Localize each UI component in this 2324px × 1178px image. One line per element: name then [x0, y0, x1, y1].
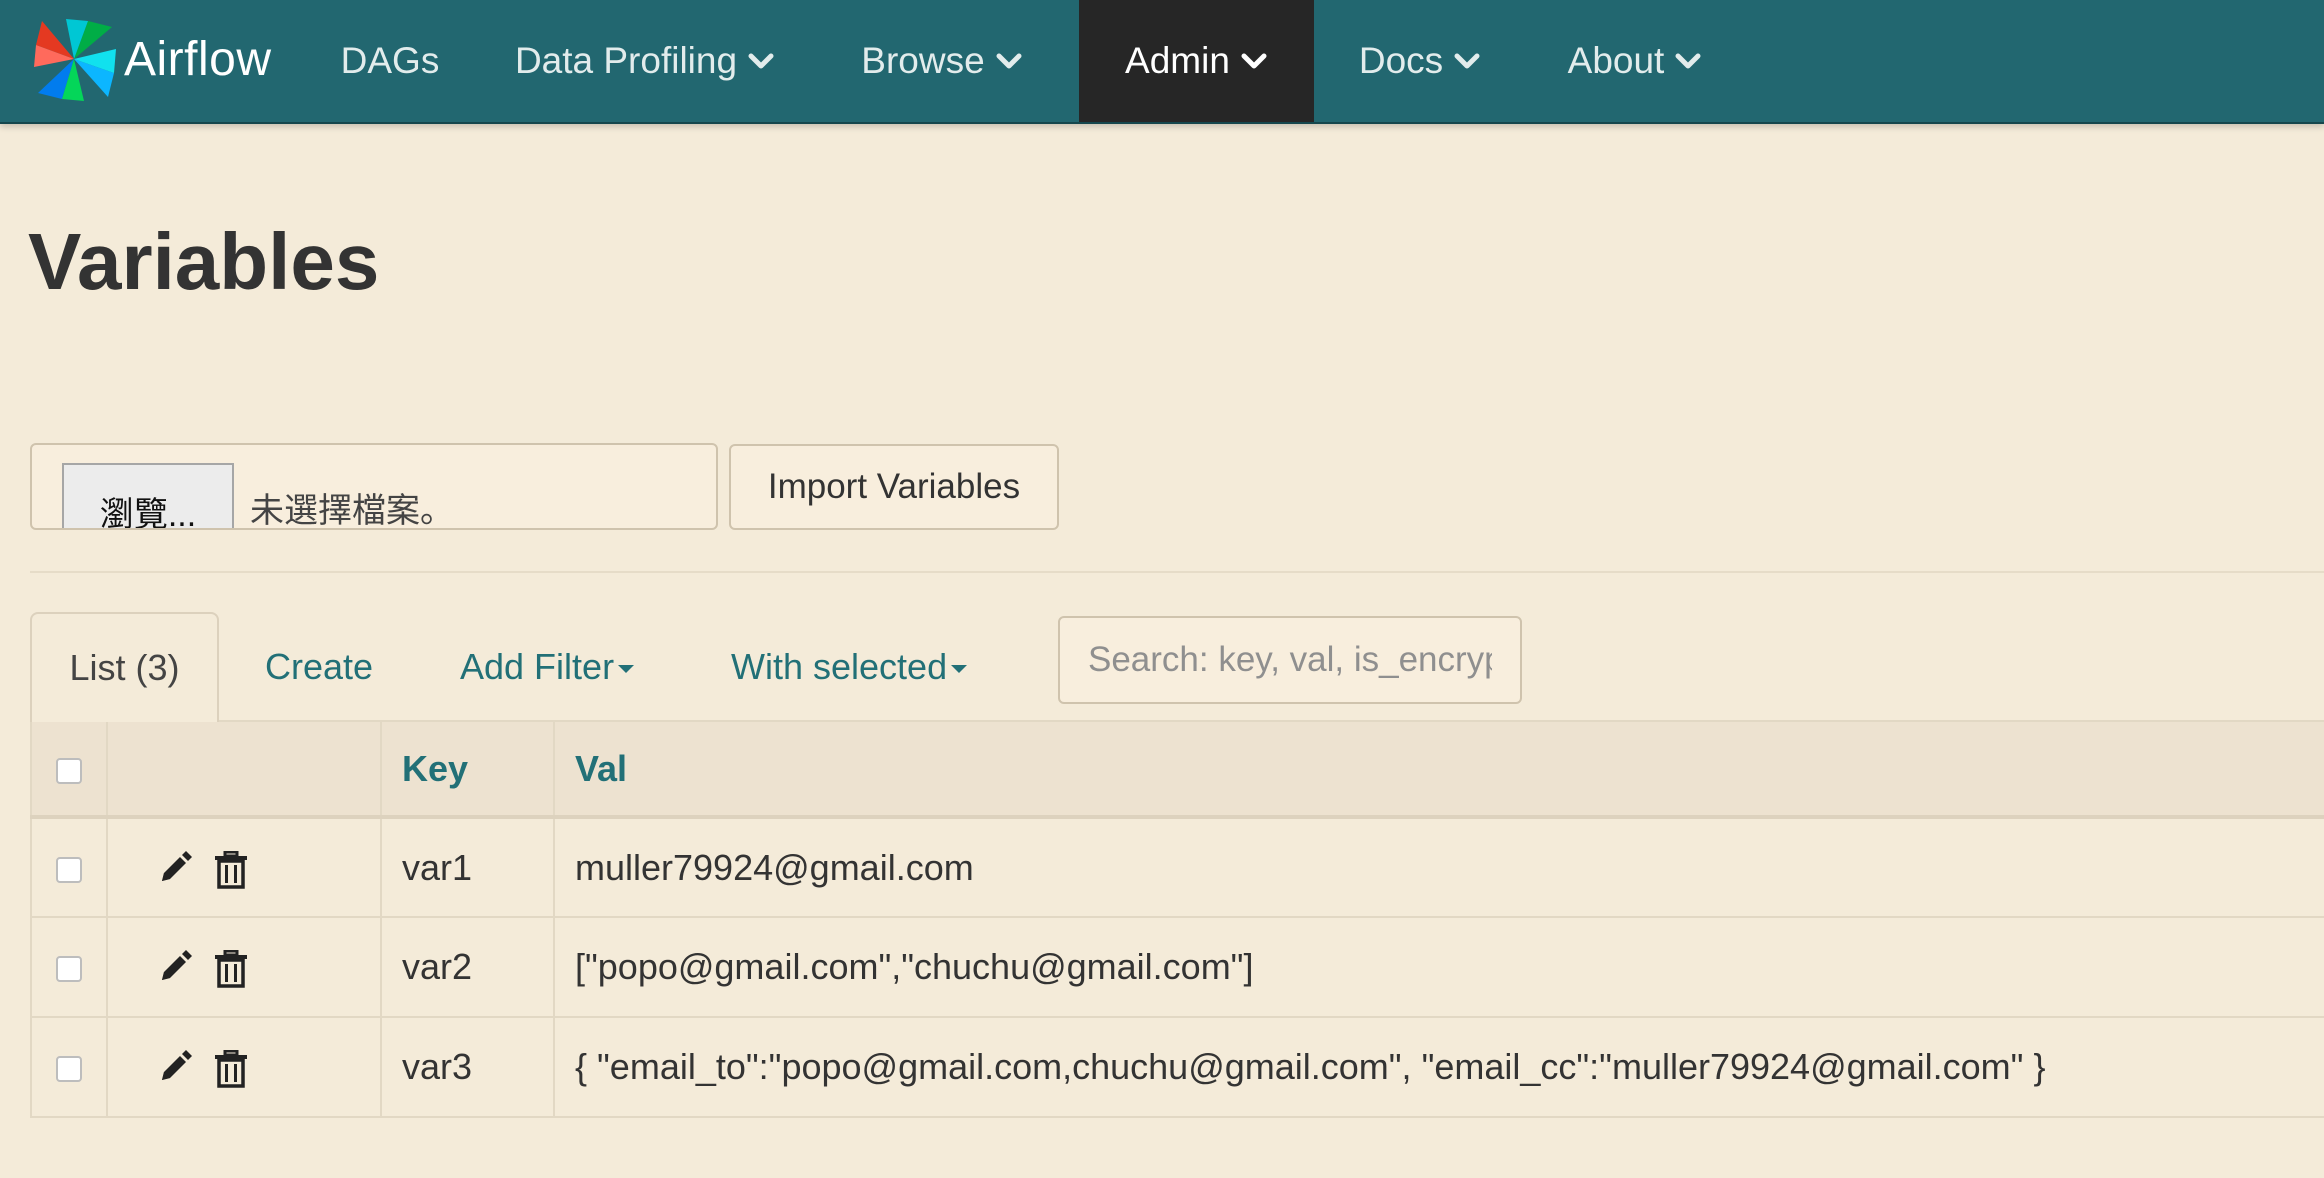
row-val: muller79924@gmail.com — [553, 816, 2324, 918]
section-divider — [30, 571, 2324, 573]
row-actions — [106, 816, 382, 918]
select-all-cell — [30, 720, 108, 819]
nav-docs-label: Docs — [1358, 40, 1444, 81]
nav-about[interactable]: About — [1560, 0, 1710, 122]
pencil-icon[interactable] — [154, 850, 192, 889]
table-header-row: Key Val — [30, 720, 2324, 819]
file-input[interactable]: 瀏覽... 未選擇檔案。 — [30, 443, 718, 530]
chevron-down-icon — [1675, 53, 1701, 69]
nav-admin-label: Admin — [1125, 40, 1230, 81]
with-selected-label: With selected — [731, 646, 948, 687]
chevron-down-icon — [1454, 53, 1480, 69]
trash-icon[interactable] — [212, 950, 250, 988]
nav-browse-label: Browse — [861, 40, 985, 81]
trash-icon[interactable] — [212, 1050, 250, 1088]
row-select-cell — [30, 1016, 108, 1118]
tab-create-label: Create — [265, 646, 374, 687]
row-key: var1 — [380, 816, 555, 918]
pencil-icon[interactable] — [154, 950, 192, 988]
row-select-cell — [30, 916, 108, 1018]
row-val: { "email_to":"popo@gmail.com,chuchu@gmai… — [553, 1016, 2324, 1118]
tab-list[interactable]: List (3) — [30, 612, 219, 722]
row-actions — [106, 1016, 382, 1118]
trash-icon[interactable] — [212, 850, 250, 889]
table-row: var3 { "email_to":"popo@gmail.com,chuchu… — [30, 1016, 2324, 1118]
with-selected-dropdown[interactable]: With selected — [731, 612, 968, 722]
nav-data-profiling[interactable]: Data Profiling — [494, 0, 796, 122]
brand-name: Airflow — [124, 32, 272, 86]
top-navbar: Airflow DAGs Data Profiling Browse Admin… — [0, 0, 2324, 124]
nav-browse[interactable]: Browse — [842, 0, 1042, 122]
chevron-down-icon — [996, 53, 1022, 69]
add-filter-dropdown[interactable]: Add Filter — [460, 612, 635, 722]
column-header-key[interactable]: Key — [380, 720, 555, 819]
row-val: ["popo@gmail.com","chuchu@gmail.com"] — [553, 916, 2324, 1018]
variables-table: Key Val var1 muller79924@gmail.com var2 … — [30, 720, 2324, 1118]
nav-docs[interactable]: Docs — [1340, 0, 1500, 122]
airflow-pinwheel-icon — [34, 19, 116, 101]
nav-dags-label: DAGs — [340, 40, 440, 81]
caret-down-icon — [951, 665, 968, 673]
page-title: Variables — [28, 217, 380, 306]
row-key: var2 — [380, 916, 555, 1018]
row-checkbox[interactable] — [56, 856, 82, 883]
browse-file-button[interactable]: 瀏覽... — [62, 463, 234, 528]
row-checkbox[interactable] — [56, 1056, 82, 1083]
nav-dags[interactable]: DAGs — [318, 0, 462, 122]
table-row: var2 ["popo@gmail.com","chuchu@gmail.com… — [30, 916, 2324, 1018]
search-input[interactable] — [1058, 616, 1522, 704]
chevron-down-icon — [1241, 53, 1267, 69]
nav-about-label: About — [1567, 40, 1665, 81]
chevron-down-icon — [748, 53, 774, 69]
add-filter-label: Add Filter — [460, 646, 615, 687]
pencil-icon[interactable] — [154, 1050, 192, 1088]
table-row: var1 muller79924@gmail.com — [30, 816, 2324, 918]
row-actions — [106, 916, 382, 1018]
file-status-text: 未選擇檔案。 — [250, 492, 454, 530]
caret-down-icon — [618, 665, 635, 673]
brand-link[interactable]: Airflow — [30, 14, 272, 104]
actions-header — [106, 720, 382, 819]
nav-admin[interactable]: Admin — [1079, 0, 1314, 122]
row-select-cell — [30, 816, 108, 918]
select-all-checkbox[interactable] — [56, 757, 82, 784]
import-variables-button[interactable]: Import Variables — [729, 444, 1059, 530]
nav-data-profiling-label: Data Profiling — [514, 40, 738, 81]
column-header-val[interactable]: Val — [553, 720, 2324, 819]
row-key: var3 — [380, 1016, 555, 1118]
row-checkbox[interactable] — [56, 956, 82, 983]
tab-create[interactable]: Create — [265, 612, 373, 722]
